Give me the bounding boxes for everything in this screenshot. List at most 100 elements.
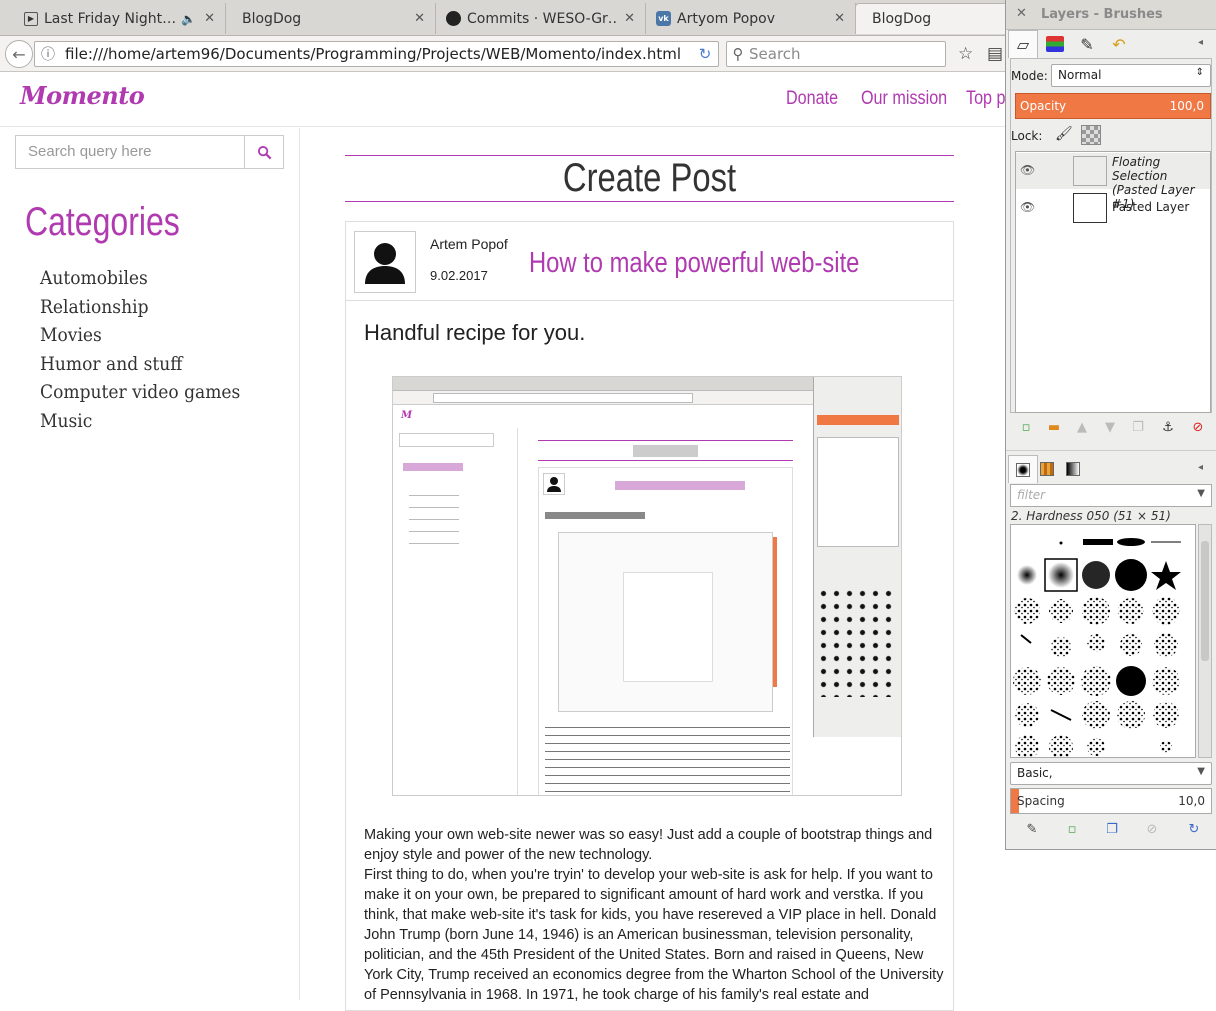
dock-menu-icon[interactable]: ◂ <box>1198 462 1203 473</box>
mode-label: Mode: <box>1011 69 1048 83</box>
spacing-label: Spacing <box>1017 794 1065 808</box>
tab-last-friday-night[interactable]: ▶ Last Friday Night… 🔈 ✕ <box>14 3 226 34</box>
eye-icon[interactable]: 👁 <box>1020 200 1035 214</box>
search-button[interactable] <box>244 135 284 169</box>
brush-scrollbar[interactable] <box>1198 524 1212 758</box>
bookmark-star-icon[interactable]: ☆ <box>958 44 973 64</box>
tab-title: BlogDog <box>242 10 302 27</box>
close-icon[interactable]: ✕ <box>414 11 425 26</box>
undo-history-tab-icon[interactable]: ↶ <box>1104 30 1134 58</box>
duplicate-layer-icon[interactable]: ❐ <box>1128 420 1148 440</box>
browser-search-bar[interactable]: ⚲ Search <box>726 41 946 67</box>
close-icon[interactable]: ✕ <box>834 11 845 26</box>
category-automobiles[interactable]: Automobiles <box>40 264 240 293</box>
github-icon <box>446 11 461 26</box>
vk-icon: vk <box>656 11 671 26</box>
layers-panel: Mode: Normal ⇕ Opacity 100,0 Lock: 🖌 👁 F… <box>1010 58 1212 413</box>
new-brush-icon[interactable]: ▫ <box>1062 822 1082 842</box>
close-icon[interactable]: ✕ <box>1016 6 1027 21</box>
close-icon[interactable]: ✕ <box>624 11 635 26</box>
opacity-value: 100,0 <box>1169 99 1204 113</box>
paths-tab-icon[interactable]: ✎ <box>1072 30 1102 58</box>
lock-alpha-icon[interactable] <box>1081 125 1101 145</box>
user-silhouette-icon <box>365 243 405 284</box>
back-arrow-icon: ← <box>12 44 26 64</box>
url-bar[interactable]: ⓘ file:///home/artem96/Documents/Program… <box>34 41 719 67</box>
category-relationship[interactable]: Relationship <box>40 293 240 322</box>
post-body: Making your own web-site newer was so ea… <box>364 825 944 1005</box>
thumb-user-icon <box>547 477 561 492</box>
tab-commits[interactable]: Commits · WESO-Gr… ✕ <box>436 3 646 34</box>
spin-arrows-icon: ⇕ <box>1195 67 1204 78</box>
post-subtitle: Handful recipe for you. <box>364 320 586 345</box>
delete-layer-icon[interactable]: ⊘ <box>1188 420 1208 440</box>
raise-layer-icon[interactable]: ▲ <box>1072 420 1092 440</box>
new-layer-icon[interactable]: ▫ <box>1016 420 1036 440</box>
url-text: file:///home/artem96/Documents/Programmi… <box>65 45 681 63</box>
tab-artyom-popov[interactable]: vk Artyom Popov ✕ <box>646 3 856 34</box>
tab-blogdog-active[interactable]: BlogDog <box>855 3 1015 34</box>
brush-preset-value: Basic, <box>1017 766 1053 780</box>
categories-title: Categories <box>25 200 180 244</box>
mode-value: Normal <box>1058 68 1102 82</box>
category-movies[interactable]: Movies <box>40 321 240 350</box>
brush-preset-select[interactable]: Basic, ▼ <box>1010 762 1212 785</box>
scrollbar-thumb[interactable] <box>1201 541 1209 661</box>
lower-layer-icon[interactable]: ▼ <box>1100 420 1120 440</box>
mode-select[interactable]: Normal ⇕ <box>1051 64 1211 87</box>
thumb-logo: M <box>401 410 413 421</box>
brush-filter-input[interactable]: filter ▼ <box>1010 484 1212 507</box>
avatar <box>354 231 416 293</box>
chevron-down-icon: ▼ <box>1197 766 1205 777</box>
search-input[interactable]: Search query here <box>15 135 245 169</box>
post-paragraph-2: First thing to do, when you're tryin' to… <box>364 867 944 1003</box>
filter-placeholder: filter <box>1017 488 1046 502</box>
nav-our-mission[interactable]: Our mission <box>861 88 947 110</box>
spacing-slider[interactable]: Spacing 10,0 <box>1010 788 1212 814</box>
tab-title: Commits · WESO-Gr… <box>467 10 617 27</box>
tab-title: Artyom Popov <box>677 10 776 27</box>
gimp-dock: ✕ Layers - Brushes ▱ ✎ ↶ ◂ Mode: Normal … <box>1005 0 1216 850</box>
layers-tab-icon[interactable]: ▱ <box>1008 30 1038 58</box>
duplicate-brush-icon[interactable]: ❐ <box>1102 822 1122 842</box>
delete-brush-icon[interactable]: ⊘ <box>1142 822 1162 842</box>
category-music[interactable]: Music <box>40 407 240 436</box>
opacity-slider[interactable]: Opacity 100,0 <box>1015 93 1211 119</box>
lock-paint-icon[interactable]: 🖌 <box>1055 126 1073 142</box>
lock-label: Lock: <box>1011 129 1043 143</box>
layer-row-floating[interactable]: 👁 Floating Selection (Pasted Layer #1) <box>1016 153 1210 211</box>
new-group-icon[interactable]: ▬ <box>1044 420 1064 440</box>
info-icon[interactable]: ⓘ <box>35 44 61 64</box>
category-games[interactable]: Computer video games <box>40 378 240 407</box>
back-button[interactable]: ← <box>5 40 33 68</box>
close-icon[interactable]: ✕ <box>204 11 215 26</box>
nav-top[interactable]: Top p <box>966 88 1006 110</box>
refresh-brushes-icon[interactable]: ↻ <box>1184 822 1204 842</box>
eye-icon[interactable]: 👁 <box>1020 163 1035 177</box>
layer-row-pasted[interactable]: 👁 Pasted Layer <box>1016 190 1210 226</box>
anchor-icon[interactable]: ⚓ <box>1158 420 1178 440</box>
sidebar: Search query here Categories Automobiles… <box>0 128 300 1000</box>
play-icon: ▶ <box>24 11 38 26</box>
reload-icon[interactable]: ↻ <box>692 45 718 63</box>
reading-list-icon[interactable]: ▤ <box>987 44 1003 64</box>
spacing-value: 10,0 <box>1178 794 1205 808</box>
speaker-icon[interactable]: 🔈 <box>181 12 196 26</box>
opacity-label: Opacity <box>1020 99 1067 113</box>
search-icon <box>257 145 271 159</box>
channels-tab-icon[interactable] <box>1040 30 1070 58</box>
dock-menu-icon[interactable]: ◂ <box>1198 37 1203 48</box>
edit-brush-icon[interactable]: ✎ <box>1022 822 1042 842</box>
tab-blogdog-1[interactable]: BlogDog ✕ <box>226 3 436 34</box>
category-humor[interactable]: Humor and stuff <box>40 350 240 379</box>
post-paragraph-1: Making your own web-site newer was so ea… <box>364 827 933 863</box>
brush-grid[interactable] <box>1010 524 1196 758</box>
gradients-tab-icon[interactable] <box>1058 455 1088 483</box>
nav-donate[interactable]: Donate <box>786 88 838 110</box>
browser-search-placeholder: Search <box>749 45 801 63</box>
post-title[interactable]: How to make powerful web-site <box>529 247 859 280</box>
brush-thumbnails[interactable] <box>1011 525 1196 758</box>
categories-list: Automobiles Relationship Movies Humor an… <box>40 264 263 436</box>
site-logo[interactable]: Momento <box>20 81 145 110</box>
gimp-title: Layers - Brushes <box>1041 7 1163 22</box>
